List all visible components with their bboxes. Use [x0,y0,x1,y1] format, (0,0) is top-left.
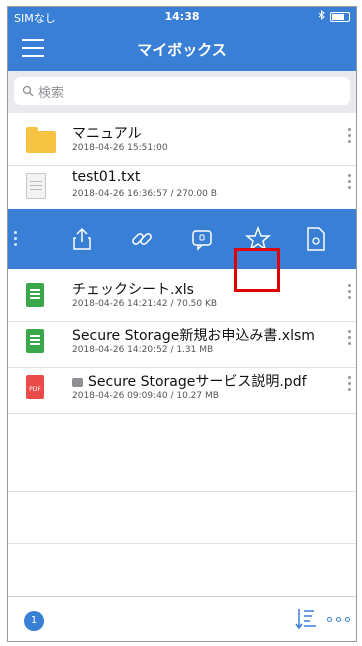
comment-icon[interactable] [186,223,218,255]
nav-bar: マイボックス [8,27,356,71]
search-icon [22,85,34,97]
more-options-icon[interactable] [348,128,352,143]
text-file-icon [26,173,46,199]
list-item-file[interactable]: PDF Secure Storageサービス説明.pdf 2018-04-26 … [8,361,356,414]
comment-tag-icon [72,377,83,387]
status-bar: SIMなし 14:38 [8,7,356,27]
more-options-icon[interactable] [348,284,352,299]
excel-file-icon [26,329,44,353]
clock: 14:38 [164,10,200,23]
share-icon[interactable] [66,223,98,255]
item-meta: 2018-04-26 16:36:57 / 270.00 B [72,189,217,199]
sort-icon[interactable] [294,607,318,635]
item-meta: 2018-04-26 09:09:40 / 10.27 MB [72,391,219,401]
phone-screen: SIMなし 14:38 マイボックス 検索 マニュアル 2018-04-26 1… [7,6,357,642]
item-name: チェックシート.xls [72,282,194,298]
bottom-toolbar: 1 [8,596,356,641]
search-bar: 検索 [8,71,356,113]
divider [8,491,356,492]
more-options-icon[interactable] [348,174,352,189]
pdf-file-icon: PDF [26,375,44,399]
page-title: マイボックス [137,41,227,59]
folder-icon [26,127,56,153]
item-name: test01.txt [72,169,141,185]
drag-handle-icon[interactable] [14,231,17,246]
item-meta: 2018-04-26 15:51:00 [72,143,168,153]
more-options-icon[interactable] [348,376,352,391]
list-item-file[interactable]: test01.txt 2018-04-26 16:36:57 / 270.00 … [8,159,356,212]
excel-file-icon [26,283,44,307]
bluetooth-icon [318,9,326,23]
search-placeholder: 検索 [38,85,65,101]
action-bar [8,209,356,269]
item-meta: 2018-04-26 14:20:52 / 1.31 MB [72,345,214,355]
battery-icon [330,11,350,22]
link-icon[interactable] [126,223,158,255]
file-settings-icon[interactable] [300,223,332,255]
status-icons [318,9,350,23]
item-name: Secure Storageサービス説明.pdf [72,371,307,391]
item-name: マニュアル [72,126,142,142]
more-menu-icon[interactable] [327,617,350,622]
item-name: Secure Storage新規お申込み書.xlsm [72,328,315,344]
upload-count-badge[interactable]: 1 [24,611,44,631]
search-input[interactable]: 検索 [14,77,350,105]
divider [8,543,356,544]
item-meta: 2018-04-26 14:21:42 / 70.50 KB [72,299,218,309]
more-options-icon[interactable] [348,330,352,345]
